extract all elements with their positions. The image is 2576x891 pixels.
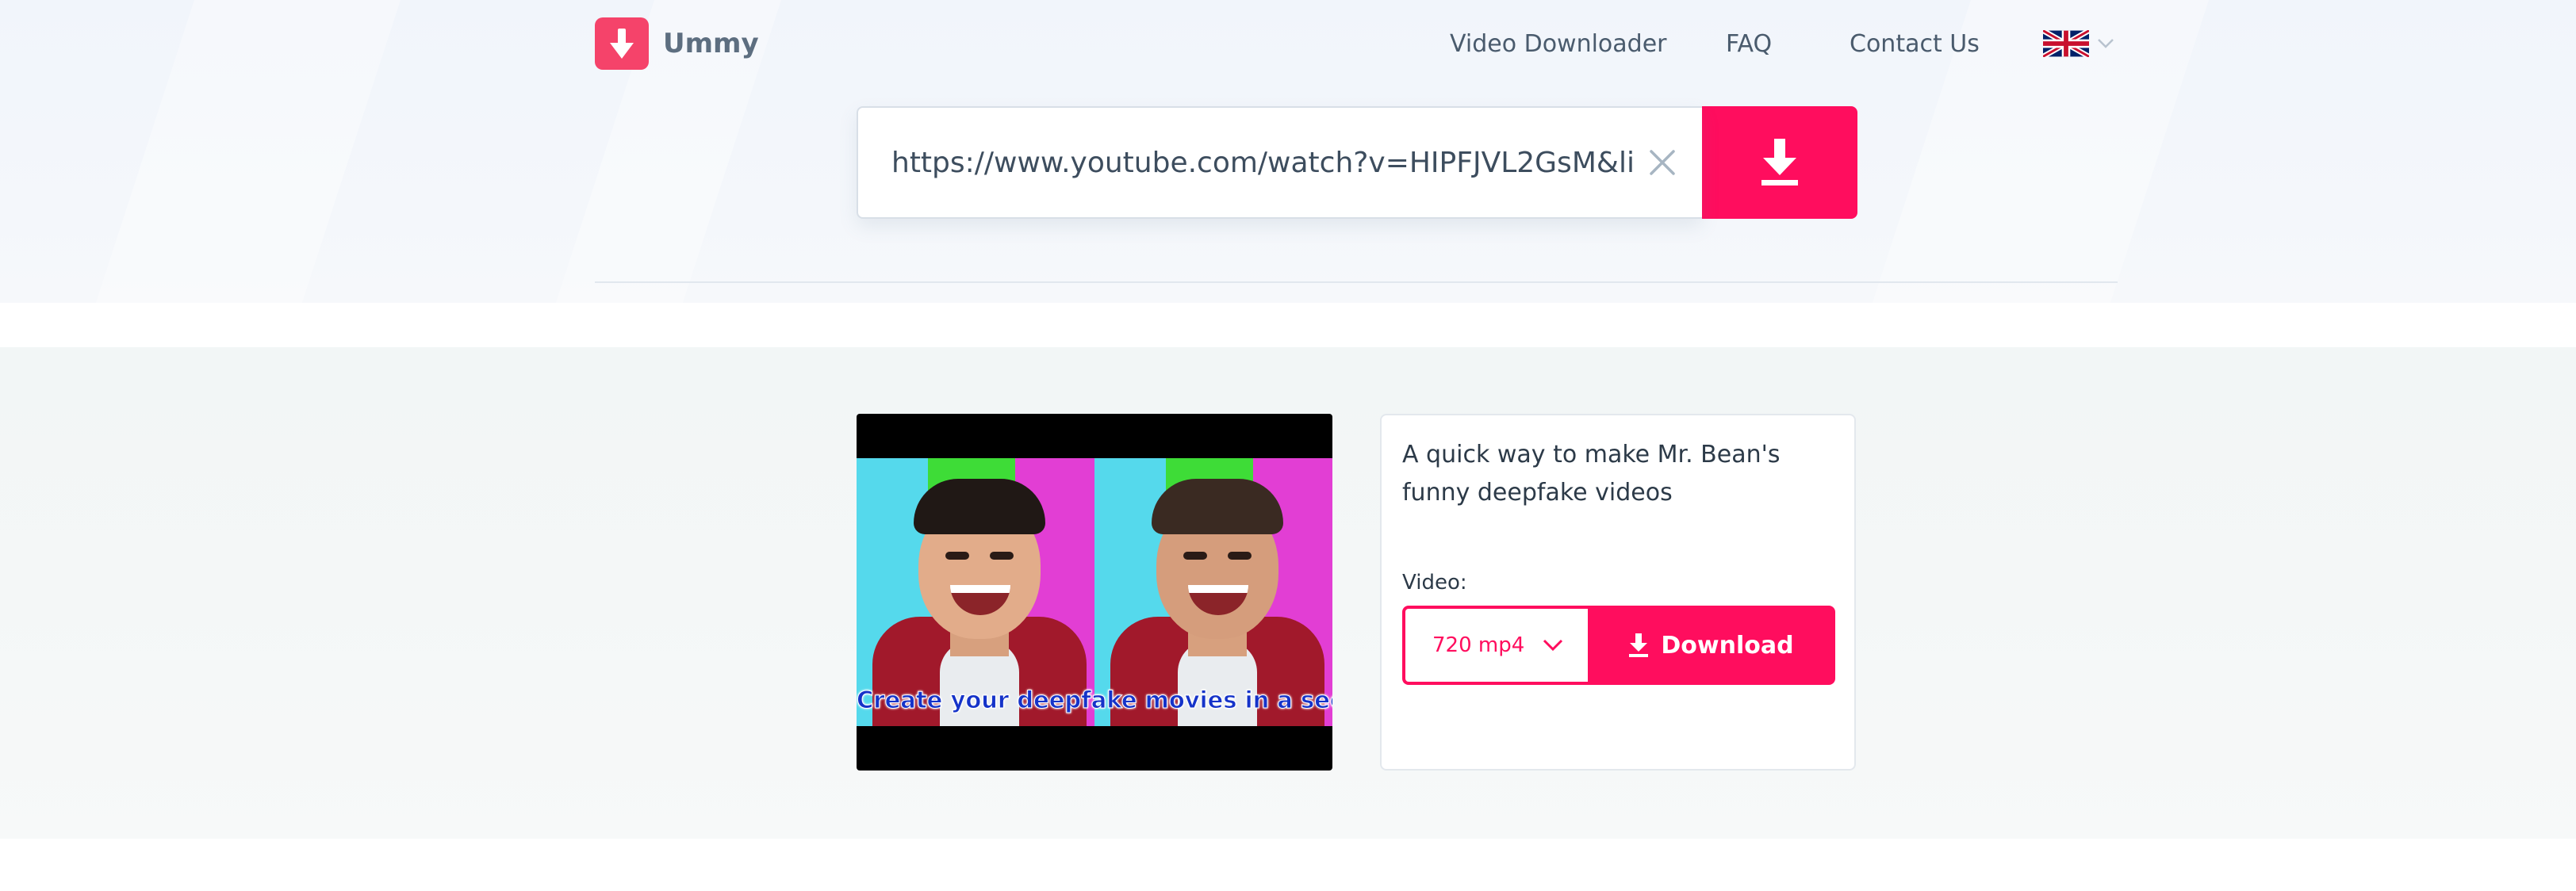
format-select[interactable]: 720 mp4: [1402, 606, 1588, 685]
download-controls: 720 mp4 Download: [1402, 606, 1835, 685]
logo-text: Ummy: [663, 28, 759, 59]
thumbnail-caption: Create your deepfake movies in a sec: [857, 686, 1332, 714]
url-input[interactable]: [890, 145, 1635, 180]
download-card: A quick way to make Mr. Bean's funny dee…: [1380, 414, 1856, 771]
download-button[interactable]: Download: [1588, 606, 1835, 685]
download-arrow-icon: [595, 17, 649, 70]
download-label: Download: [1661, 631, 1794, 660]
hero-decoration: [81, 0, 411, 303]
clear-button[interactable]: [1645, 145, 1680, 180]
video-label: Video:: [1402, 571, 1467, 595]
uk-flag-icon: [2043, 30, 2089, 57]
search-box: [857, 106, 1702, 219]
submit-download-button[interactable]: [1702, 106, 1857, 219]
nav-contact-us[interactable]: Contact Us: [1850, 24, 1980, 65]
video-thumbnail: Create your deepfake movies in a sec: [857, 414, 1332, 771]
url-search-form: [857, 106, 1857, 219]
close-icon: [1650, 150, 1675, 175]
chevron-down-icon: [2098, 39, 2114, 48]
format-value: 720 mp4: [1432, 633, 1525, 657]
language-selector[interactable]: [2043, 30, 2114, 57]
chevron-down-icon: [1543, 639, 1563, 652]
nav-faq[interactable]: FAQ: [1726, 24, 1772, 65]
download-arrow-icon: [1761, 139, 1798, 185]
hero-divider: [595, 281, 2118, 283]
nav-video-downloader[interactable]: Video Downloader: [1450, 24, 1667, 65]
download-icon: [1629, 633, 1649, 657]
logo[interactable]: Ummy: [595, 17, 759, 70]
video-title: A quick way to make Mr. Bean's funny dee…: [1402, 441, 1781, 507]
